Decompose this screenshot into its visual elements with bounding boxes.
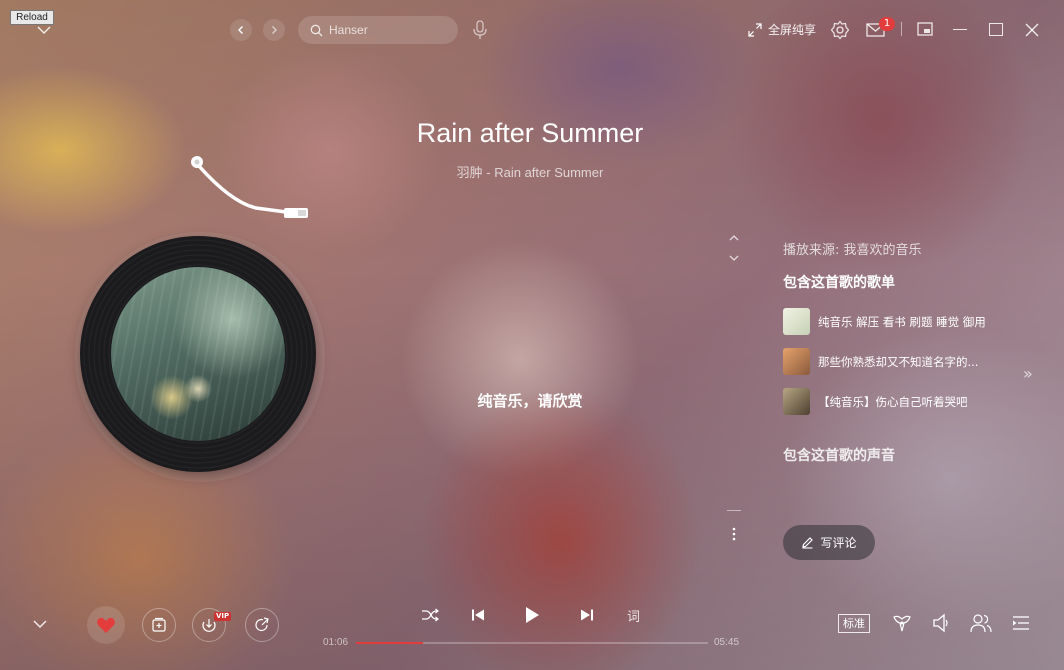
chevron-down-icon[interactable] [36,24,52,36]
playlist-queue-icon[interactable] [1012,614,1030,632]
write-comment-button[interactable]: 写评论 [783,525,875,560]
playlists-heading: 包含这首歌的歌单 [783,275,895,291]
minimize-button[interactable] [953,29,967,30]
progress-fill [356,642,423,644]
write-comment-label: 写评论 [820,536,857,550]
maximize-button[interactable] [989,23,1003,36]
quality-button[interactable]: 标准 [838,614,870,633]
time-current: 01:06 [323,637,349,648]
heart-icon [96,616,116,634]
volume-icon[interactable] [932,613,950,633]
reload-button[interactable]: Reload [10,10,54,25]
add-to-playlist-button[interactable] [142,608,176,642]
next-icon[interactable] [580,608,594,622]
play-icon[interactable] [524,606,540,624]
lyric-current-line: 纯音乐，请欣赏 [477,392,583,410]
close-icon[interactable] [1024,22,1040,38]
expand-icon [748,22,762,37]
playlist-item[interactable]: 那些你熟悉却又不知道名字的... [783,348,1013,375]
microphone-icon[interactable] [472,20,488,40]
search-icon [310,24,323,37]
gear-icon[interactable] [830,20,850,40]
listen-together-icon[interactable] [970,613,992,633]
playlist-thumbnail [783,348,810,375]
back-button[interactable] [230,19,252,41]
previous-icon[interactable] [471,608,485,622]
playlist-item[interactable]: 【纯音乐】伤心自己听着哭吧 [783,388,1013,415]
notification-badge: 1 [879,17,895,31]
vip-badge: VIP [214,612,232,621]
search-input[interactable] [329,23,449,37]
playlist-name: 纯音乐 解压 看书 刷题 睡觉 御用 [818,314,986,329]
pencil-icon [801,536,814,549]
mini-mode-icon[interactable] [917,22,933,36]
play-source[interactable]: 播放来源: 我喜欢的音乐 [783,239,922,258]
time-total: 05:45 [714,637,740,648]
voices-heading: 包含这首歌的声音 [783,448,895,464]
chevron-up-icon[interactable] [727,232,741,244]
forward-button[interactable] [263,19,285,41]
share-icon [254,617,270,633]
progress-bar[interactable] [356,642,708,644]
tonearm-icon [186,150,316,230]
fullscreen-mode-button[interactable]: 全屏纯享 [748,21,816,38]
add-icon [151,617,167,633]
playlist-item[interactable]: 纯音乐 解压 看书 刷题 睡觉 御用 [783,308,1013,335]
search-bar[interactable] [298,16,458,44]
song-title: Rain after Summer [416,118,644,148]
playlist-name: 【纯音乐】伤心自己听着哭吧 [818,394,968,409]
playlist-thumbnail [783,308,810,335]
album-cover[interactable] [111,267,285,441]
fullscreen-label: 全屏纯享 [768,23,817,37]
sound-effect-icon[interactable] [892,613,912,633]
shuffle-icon[interactable] [421,607,439,623]
chevron-down-icon[interactable] [32,618,48,630]
divider [901,22,902,36]
playlist-name: 那些你熟悉却又不知道名字的... [818,354,979,369]
lyric-divider [727,510,741,511]
lyrics-toggle-button[interactable]: 词 [627,606,640,625]
song-artist[interactable]: 羽肿 - Rain after Summer [330,162,730,181]
chevron-down-icon[interactable] [727,252,741,264]
more-vertical-icon[interactable] [727,526,741,542]
playlist-thumbnail [783,388,810,415]
double-chevron-right-icon[interactable]: » [1023,364,1033,383]
like-button[interactable] [87,606,125,644]
share-button[interactable] [245,608,279,642]
